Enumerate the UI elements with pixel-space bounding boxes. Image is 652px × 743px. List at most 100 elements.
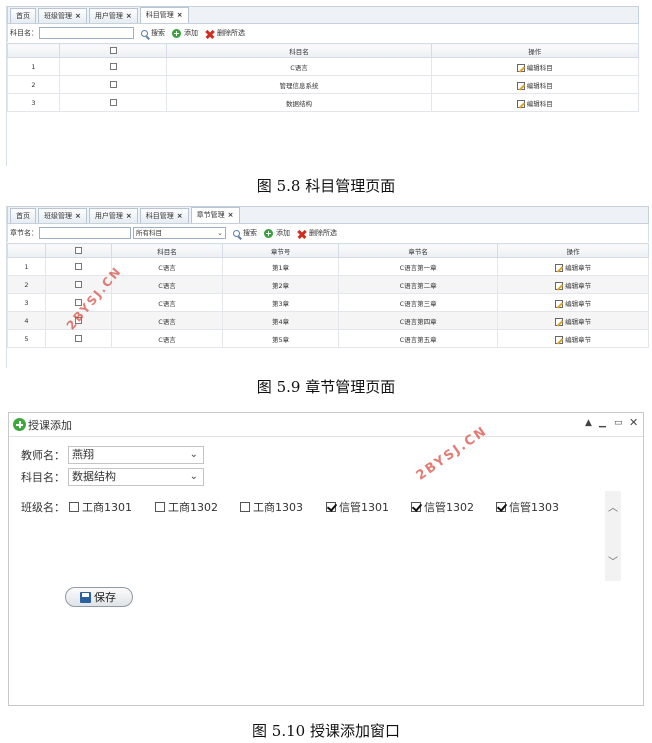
add-icon bbox=[13, 418, 26, 431]
row-number: 5 bbox=[7, 329, 46, 348]
delete-selected-button[interactable]: 删除所选 bbox=[205, 28, 245, 38]
chapter-name-cell: C语言第三章 bbox=[337, 293, 499, 312]
filter-label: 科目名： bbox=[10, 29, 38, 37]
add-button[interactable]: 添加 bbox=[172, 28, 198, 38]
edit-icon bbox=[555, 299, 564, 308]
course-management-screenshot: 首页 班级管理 × 用户管理 × 科目管理 × 科目名： 搜索 添加 删除所选 科目名 操作… bbox=[6, 6, 640, 166]
checkbox[interactable] bbox=[69, 502, 79, 512]
search-label: 搜索 bbox=[151, 29, 165, 37]
minimize-icon[interactable]: ▁ bbox=[599, 418, 606, 428]
edit-link[interactable]: 编辑科目 bbox=[516, 81, 553, 90]
save-label: 保存 bbox=[94, 591, 116, 604]
close-icon[interactable]: × bbox=[177, 212, 183, 220]
search-button[interactable]: 搜索 bbox=[233, 228, 257, 238]
row-checkbox[interactable] bbox=[109, 63, 117, 70]
tab-0[interactable]: 首页 bbox=[10, 208, 36, 223]
row-checkbox[interactable] bbox=[109, 81, 117, 88]
close-icon[interactable]: × bbox=[177, 11, 183, 19]
collapse-icon[interactable]: ▲ bbox=[585, 418, 592, 428]
chapter-no-cell: 第4章 bbox=[222, 311, 339, 330]
close-icon[interactable]: × bbox=[75, 12, 81, 20]
maximize-icon[interactable]: ▭ bbox=[614, 418, 623, 428]
checkbox[interactable] bbox=[155, 502, 165, 512]
scrollbar[interactable]: ︿ ﹀ bbox=[605, 491, 621, 581]
chapter-no-cell: 第2章 bbox=[222, 275, 339, 294]
class-label: 班级名： bbox=[21, 501, 65, 514]
course-name-cell: C语言 bbox=[110, 275, 224, 294]
course-filter-select[interactable]: 所有科目 ⌄ bbox=[133, 227, 226, 239]
course-select[interactable]: 数据结构 ⌄ bbox=[68, 468, 204, 486]
tab-1[interactable]: 班级管理 × bbox=[38, 8, 87, 23]
checkbox[interactable] bbox=[326, 502, 336, 512]
class-checkbox-5[interactable]: 信管1303 bbox=[496, 499, 559, 515]
chevron-down-icon: ⌄ bbox=[189, 471, 198, 482]
edit-link[interactable]: 编辑科目 bbox=[516, 63, 553, 72]
edit-label: 编辑章节 bbox=[565, 281, 592, 290]
close-icon[interactable]: ✕ bbox=[629, 416, 638, 429]
select-all-checkbox[interactable] bbox=[74, 247, 82, 254]
row-checkbox[interactable] bbox=[74, 281, 82, 288]
save-button[interactable]: 保存 bbox=[65, 587, 133, 607]
tab-0[interactable]: 首页 bbox=[10, 8, 36, 23]
row-checkbox[interactable] bbox=[74, 263, 82, 270]
edit-link[interactable]: 编辑章节 bbox=[555, 299, 591, 308]
table-row[interactable]: 4 C语言 第4章 C语言第四章 编辑章节 bbox=[7, 311, 649, 330]
edit-icon bbox=[555, 263, 564, 272]
close-icon[interactable]: × bbox=[126, 12, 132, 20]
add-button[interactable]: 添加 bbox=[264, 228, 290, 238]
row-checkbox[interactable] bbox=[74, 335, 82, 342]
delete-icon bbox=[205, 29, 214, 38]
course-name-input[interactable] bbox=[39, 27, 134, 39]
column-header-course: 科目名 bbox=[110, 243, 224, 258]
edit-link[interactable]: 编辑章节 bbox=[555, 317, 592, 326]
tab-3[interactable]: 科目管理 × bbox=[139, 7, 189, 23]
checkbox[interactable] bbox=[496, 502, 506, 512]
delete-selected-button[interactable]: 删除所选 bbox=[297, 228, 337, 238]
class-checkbox-0[interactable]: 工商1301 bbox=[69, 499, 132, 515]
close-icon[interactable]: × bbox=[228, 211, 234, 219]
select-all-checkbox[interactable] bbox=[109, 47, 117, 54]
chapter-no-cell: 第1章 bbox=[222, 257, 339, 276]
edit-icon bbox=[516, 81, 525, 90]
edit-link[interactable]: 编辑科目 bbox=[516, 99, 553, 108]
teacher-select[interactable]: 燕翔 ⌄ bbox=[68, 446, 204, 464]
edit-icon bbox=[516, 63, 525, 72]
table-row[interactable]: 5 C语言 第5章 C语言第五章 编辑章节 bbox=[7, 329, 649, 348]
tab-label: 班级管理 bbox=[44, 12, 72, 20]
figure-caption-5-10: 图 5.10 授课添加窗口 bbox=[252, 722, 400, 740]
select-cell bbox=[58, 57, 168, 76]
checkbox[interactable] bbox=[411, 502, 421, 512]
chevron-up-icon[interactable]: ︿ bbox=[608, 499, 618, 514]
class-checkbox-2[interactable]: 工商1303 bbox=[240, 499, 303, 515]
chevron-down-icon: ⌄ bbox=[189, 449, 198, 460]
course-field: 科目名： 数据结构 ⌄ bbox=[21, 468, 204, 486]
delete-label: 删除所选 bbox=[309, 229, 337, 237]
table-row[interactable]: 2 管理信息系统 编辑科目 bbox=[7, 75, 640, 94]
tab-4[interactable]: 章节管理 × bbox=[190, 207, 240, 223]
checkbox[interactable] bbox=[240, 502, 250, 512]
chevron-down-icon[interactable]: ﹀ bbox=[608, 553, 618, 568]
class-checkbox-1[interactable]: 工商1302 bbox=[155, 499, 218, 515]
edit-link[interactable]: 编辑章节 bbox=[555, 281, 592, 290]
table-row[interactable]: 3 数据结构 编辑科目 bbox=[7, 93, 640, 112]
chapter-name-input[interactable] bbox=[39, 227, 131, 239]
tab-1[interactable]: 班级管理 × bbox=[38, 208, 87, 223]
tab-bar: 首页 班级管理 × 用户管理 × 科目管理 × bbox=[7, 6, 639, 24]
class-name: 工商1303 bbox=[253, 501, 303, 514]
close-icon[interactable]: × bbox=[75, 212, 81, 220]
window-titlebar: 授课添加 ▲ ▁ ▭ ✕ bbox=[9, 413, 643, 437]
tab-2[interactable]: 用户管理 × bbox=[88, 8, 138, 23]
edit-label: 编辑章节 bbox=[565, 317, 592, 326]
close-icon[interactable]: × bbox=[126, 212, 132, 220]
tab-3[interactable]: 科目管理 × bbox=[139, 208, 189, 223]
edit-link[interactable]: 编辑章节 bbox=[555, 263, 591, 272]
class-checkbox-3[interactable]: 信管1301 bbox=[326, 499, 389, 515]
tab-2[interactable]: 用户管理 × bbox=[88, 208, 138, 223]
edit-link[interactable]: 编辑章节 bbox=[555, 335, 591, 344]
table-row[interactable]: 1 C语言 第1章 C语言第一章 编辑章节 bbox=[7, 257, 649, 276]
class-checkbox-4[interactable]: 信管1302 bbox=[411, 499, 474, 515]
add-label: 添加 bbox=[184, 29, 198, 37]
search-button[interactable]: 搜索 bbox=[141, 28, 165, 38]
table-row[interactable]: 1 C语言 编辑科目 bbox=[7, 57, 640, 76]
row-checkbox[interactable] bbox=[109, 99, 117, 106]
